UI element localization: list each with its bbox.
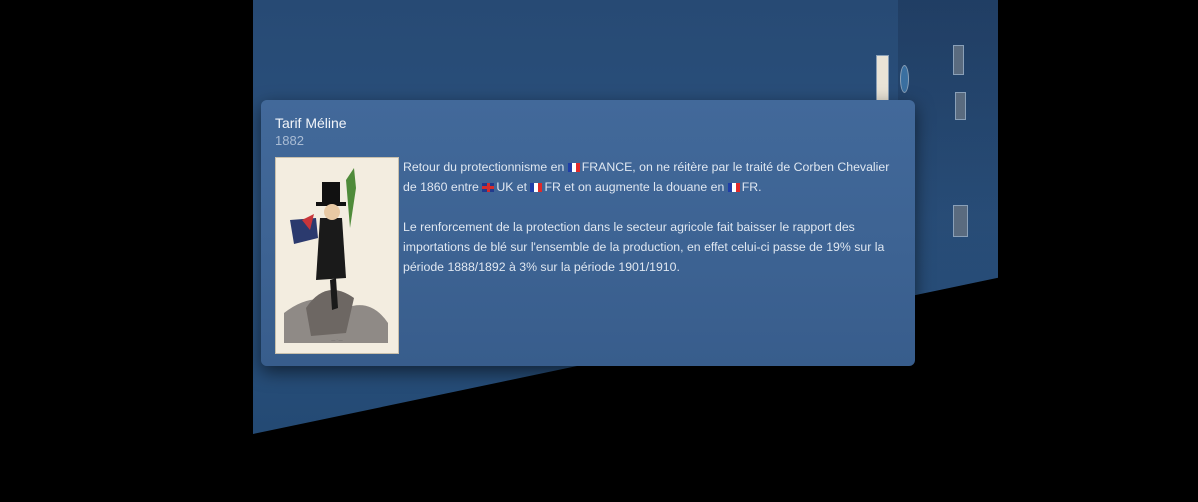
flag-fr-icon [530, 183, 543, 192]
timeline-thumbnail[interactable] [953, 45, 964, 75]
svg-text:— · —: — · — [330, 337, 343, 342]
event-illustration: — · — [275, 157, 399, 354]
event-description: Retour du protectionnisme en FRANCE, on … [403, 157, 903, 277]
timeline-thumbnail[interactable] [955, 92, 966, 120]
event-paragraph-1: Retour du protectionnisme en FRANCE, on … [403, 160, 890, 194]
flag-uk-icon [482, 183, 495, 192]
timeline-thumbnail[interactable] [876, 55, 889, 101]
event-detail-card[interactable]: Tarif Méline 1882 — · — Retour du protec… [261, 100, 915, 366]
event-paragraph-2: Le renforcement de la protection dans le… [403, 220, 885, 274]
flag-fr-icon [567, 163, 580, 172]
timeline-thumbnail[interactable] [953, 205, 968, 237]
event-year: 1882 [275, 133, 304, 148]
flag-fr-icon [727, 183, 740, 192]
event-title: Tarif Méline [275, 115, 347, 131]
timeline-thumbnail[interactable] [900, 65, 909, 93]
